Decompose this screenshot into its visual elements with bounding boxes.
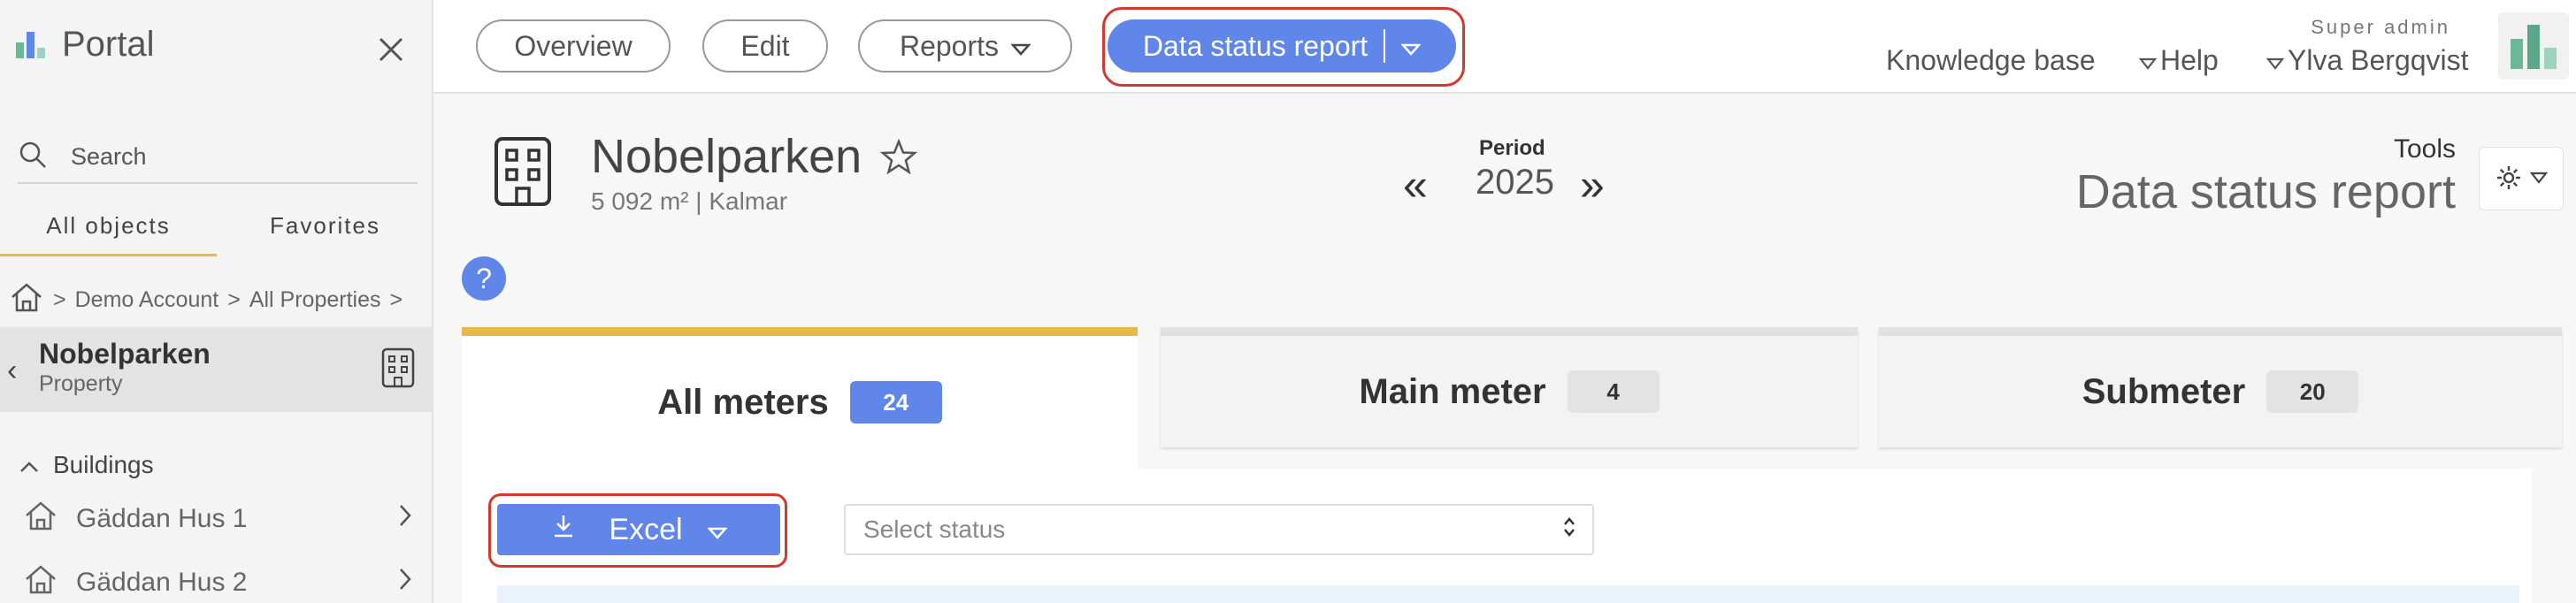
sidebar: Portal All objects Favorites > Demo Acco… bbox=[0, 0, 433, 603]
overview-button[interactable]: Overview bbox=[476, 19, 671, 73]
search-icon bbox=[18, 140, 48, 174]
chevron-down-icon bbox=[2266, 44, 2285, 77]
help-button[interactable]: ? bbox=[462, 256, 506, 301]
building-icon bbox=[492, 134, 554, 209]
tab-label: Submeter bbox=[2082, 371, 2246, 411]
search-box bbox=[18, 131, 418, 184]
table-header-strip bbox=[497, 585, 2519, 603]
chevron-down-icon bbox=[1010, 30, 1031, 63]
list-item[interactable]: Gäddan Hus 2 bbox=[23, 561, 412, 603]
list-item[interactable]: Gäddan Hus 1 bbox=[23, 497, 412, 541]
tab-label: Main meter bbox=[1359, 371, 1546, 411]
chevron-left-icon[interactable]: ‹ bbox=[7, 354, 17, 388]
select-updown-icon bbox=[1562, 515, 1576, 546]
breadcrumb-all-properties[interactable]: All Properties bbox=[249, 287, 381, 313]
brand[interactable]: Portal bbox=[16, 25, 155, 65]
period-year: 2025 bbox=[1476, 163, 1554, 202]
chevron-down-icon[interactable] bbox=[1400, 30, 1422, 63]
chevron-right-icon: > bbox=[227, 287, 241, 312]
chevron-up-icon bbox=[19, 451, 39, 479]
count-badge: 24 bbox=[849, 381, 942, 424]
breadcrumb-demo-account[interactable]: Demo Account bbox=[75, 287, 219, 313]
current-object: ‹ Nobelparken Property bbox=[0, 327, 432, 412]
split-divider bbox=[1384, 29, 1386, 63]
data-status-report-button[interactable]: Data status report bbox=[1108, 19, 1456, 73]
app-logo-icon[interactable] bbox=[2498, 12, 2569, 80]
star-icon[interactable] bbox=[879, 138, 918, 177]
brand-logo-icon bbox=[16, 31, 48, 58]
tools-label: Tools bbox=[2393, 134, 2456, 164]
tab-favorites[interactable]: Favorites bbox=[217, 203, 433, 256]
home-icon bbox=[23, 563, 58, 602]
chevron-down-icon bbox=[706, 513, 728, 547]
sidebar-tabs: All objects Favorites bbox=[0, 203, 433, 256]
count-badge: 20 bbox=[2266, 370, 2359, 413]
download-icon bbox=[550, 513, 577, 547]
report-title: Data status report bbox=[2075, 165, 2456, 218]
excel-label: Excel bbox=[609, 512, 683, 546]
help-label: Help bbox=[2160, 44, 2219, 76]
user-menu[interactable]: Ylva Bergqvist bbox=[2266, 44, 2469, 77]
current-object-type: Property bbox=[39, 371, 123, 396]
gear-icon bbox=[2495, 164, 2523, 195]
chevron-down-icon bbox=[2138, 44, 2158, 77]
tab-main-meter[interactable]: Main meter 4 bbox=[1161, 327, 1858, 447]
brand-title: Portal bbox=[62, 25, 155, 64]
chevron-down-icon bbox=[2529, 172, 2549, 187]
chevron-right-icon: > bbox=[53, 287, 66, 312]
tab-all-meters[interactable]: All meters 24 bbox=[462, 327, 1138, 469]
excel-export-button[interactable]: Excel bbox=[497, 504, 780, 555]
data-status-report-label: Data status report bbox=[1142, 29, 1368, 62]
tab-label: All meters bbox=[657, 382, 829, 422]
tools-button[interactable] bbox=[2479, 147, 2564, 210]
reports-label: Reports bbox=[899, 29, 1000, 62]
period-prev-icon[interactable]: « bbox=[1403, 159, 1428, 210]
building-label: Gäddan Hus 2 bbox=[76, 568, 248, 597]
home-icon[interactable] bbox=[9, 281, 44, 319]
buildings-section-label: Buildings bbox=[53, 451, 154, 478]
count-badge: 4 bbox=[1567, 370, 1660, 413]
tab-submeter[interactable]: Submeter 20 bbox=[1879, 327, 2562, 447]
edit-button[interactable]: Edit bbox=[702, 19, 828, 73]
chevron-right-icon: > bbox=[389, 287, 403, 312]
period-label: Period bbox=[1479, 136, 1545, 160]
knowledge-base-link[interactable]: Knowledge base bbox=[1886, 44, 2096, 77]
help-menu[interactable]: Help bbox=[2138, 44, 2219, 77]
chevron-right-icon bbox=[398, 503, 412, 535]
top-navigation: Overview Edit Reports Data status report… bbox=[433, 0, 2576, 94]
current-object-name: Nobelparken bbox=[39, 338, 211, 370]
breadcrumb: > Demo Account > All Properties > bbox=[9, 281, 411, 319]
close-icon[interactable] bbox=[373, 32, 409, 67]
buildings-section-header[interactable]: Buildings bbox=[19, 451, 154, 479]
chevron-right-icon bbox=[398, 567, 412, 599]
user-name: Ylva Bergqvist bbox=[2288, 44, 2469, 76]
period-next-icon[interactable]: » bbox=[1580, 159, 1605, 210]
reports-button[interactable]: Reports bbox=[858, 19, 1072, 73]
property-subtitle: 5 092 m² | Kalmar bbox=[591, 187, 788, 215]
tab-all-objects[interactable]: All objects bbox=[0, 203, 217, 256]
status-select[interactable]: Select status bbox=[844, 504, 1594, 555]
page-title: Nobelparken bbox=[591, 130, 862, 183]
building-icon[interactable] bbox=[380, 347, 416, 389]
search-input[interactable] bbox=[71, 142, 407, 171]
status-select-placeholder: Select status bbox=[863, 515, 1006, 543]
user-role: Super admin bbox=[2311, 16, 2450, 38]
home-icon bbox=[23, 500, 58, 538]
building-label: Gäddan Hus 1 bbox=[76, 504, 248, 533]
